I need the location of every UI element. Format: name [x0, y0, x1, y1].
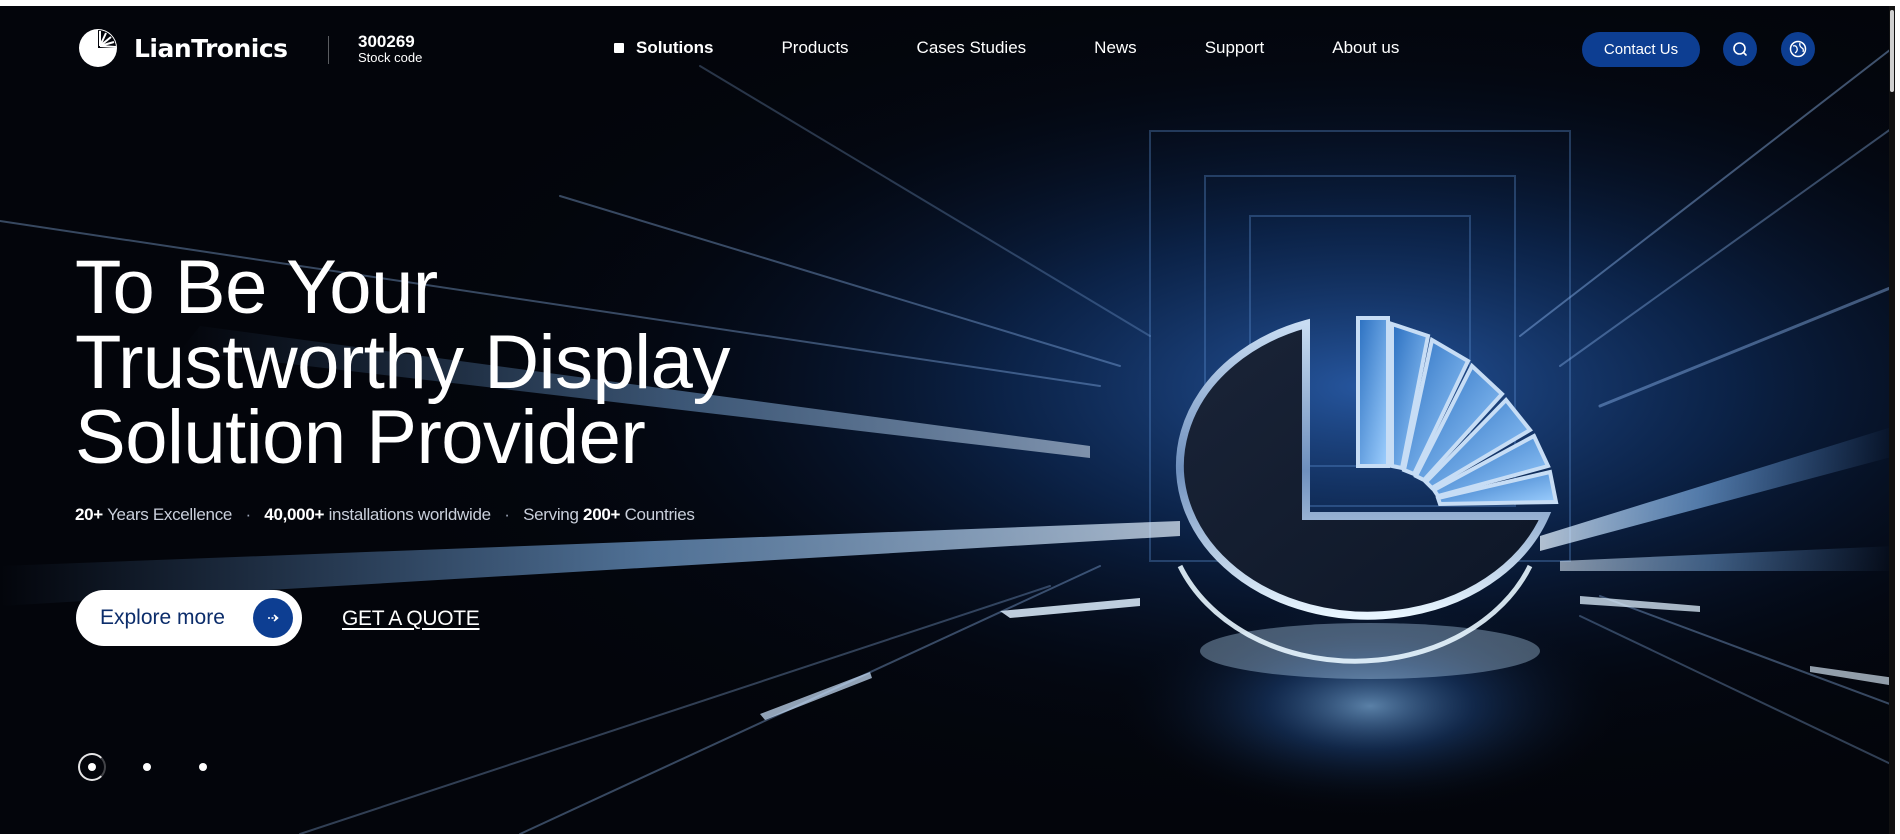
carousel-dot-active[interactable] [78, 753, 106, 781]
stat-installs-text: installations worldwide [328, 505, 492, 524]
active-indicator-icon [614, 43, 624, 53]
scrollbar-thumb[interactable] [1890, 10, 1894, 92]
nav-item-label: Cases Studies [916, 38, 1027, 57]
nav-item-cases-studies[interactable]: Cases Studies [917, 38, 1027, 58]
site-header: LianTronics 300269 Stock code Solutions … [0, 6, 1895, 98]
page-scrollbar[interactable] [1889, 6, 1895, 834]
stat-serving-text: Serving [523, 505, 579, 524]
nav-item-label: About us [1332, 38, 1400, 57]
stat-separator: · [504, 505, 510, 524]
nav-item-solutions[interactable]: Solutions [614, 38, 713, 58]
stock-info: 300269 Stock code [358, 33, 422, 64]
contact-us-button[interactable]: Contact Us [1582, 32, 1700, 67]
main-nav: Solutions Products Cases Studies News Su… [614, 38, 1467, 58]
carousel-dot[interactable] [143, 763, 151, 771]
explore-more-label: Explore more [100, 606, 225, 629]
hero-stats: 20+ Years Excellence · 40,000+ installat… [75, 505, 695, 525]
stock-code: 300269 [358, 32, 415, 51]
stat-separator: · [245, 505, 251, 524]
nav-item-products[interactable]: Products [781, 38, 848, 58]
stat-countries-value: 200+ [583, 505, 621, 524]
nav-item-about-us[interactable]: About us [1332, 38, 1399, 58]
nav-item-news[interactable]: News [1094, 38, 1137, 58]
stat-countries-text: Countries [624, 505, 695, 524]
explore-more-button[interactable]: Explore more [76, 590, 302, 646]
search-button[interactable] [1723, 32, 1757, 66]
stat-installs-value: 40,000+ [264, 505, 325, 524]
nav-item-label: Support [1204, 38, 1265, 57]
carousel-dot[interactable] [199, 763, 207, 771]
nav-item-label: Solutions [636, 38, 714, 57]
header-divider [328, 36, 329, 64]
stat-years-value: 20+ [75, 505, 103, 524]
hero-headline-line: Solution Provider [75, 395, 646, 480]
hero-headline-line: To Be Your [75, 245, 438, 330]
globe-icon [1789, 40, 1807, 58]
arrow-right-icon [253, 598, 293, 638]
brand-logo[interactable]: LianTronics [76, 28, 288, 68]
brand-logo-icon [79, 29, 117, 67]
language-button[interactable] [1781, 32, 1815, 66]
nav-item-support[interactable]: Support [1205, 38, 1265, 58]
stock-label: Stock code [358, 49, 423, 65]
hero-headline-line: Trustworthy Display [75, 320, 730, 405]
search-icon [1733, 42, 1747, 56]
hero-banner: LianTronics 300269 Stock code Solutions … [0, 6, 1895, 834]
stat-years-text: Years Excellence [107, 505, 233, 524]
get-a-quote-link[interactable]: GET A QUOTE [342, 607, 480, 631]
nav-item-label: Products [781, 38, 849, 57]
brand-name: LianTronics [134, 33, 288, 63]
hero-headline: To Be Your Trustworthy Display Solution … [75, 245, 730, 480]
nav-item-label: News [1094, 38, 1137, 57]
